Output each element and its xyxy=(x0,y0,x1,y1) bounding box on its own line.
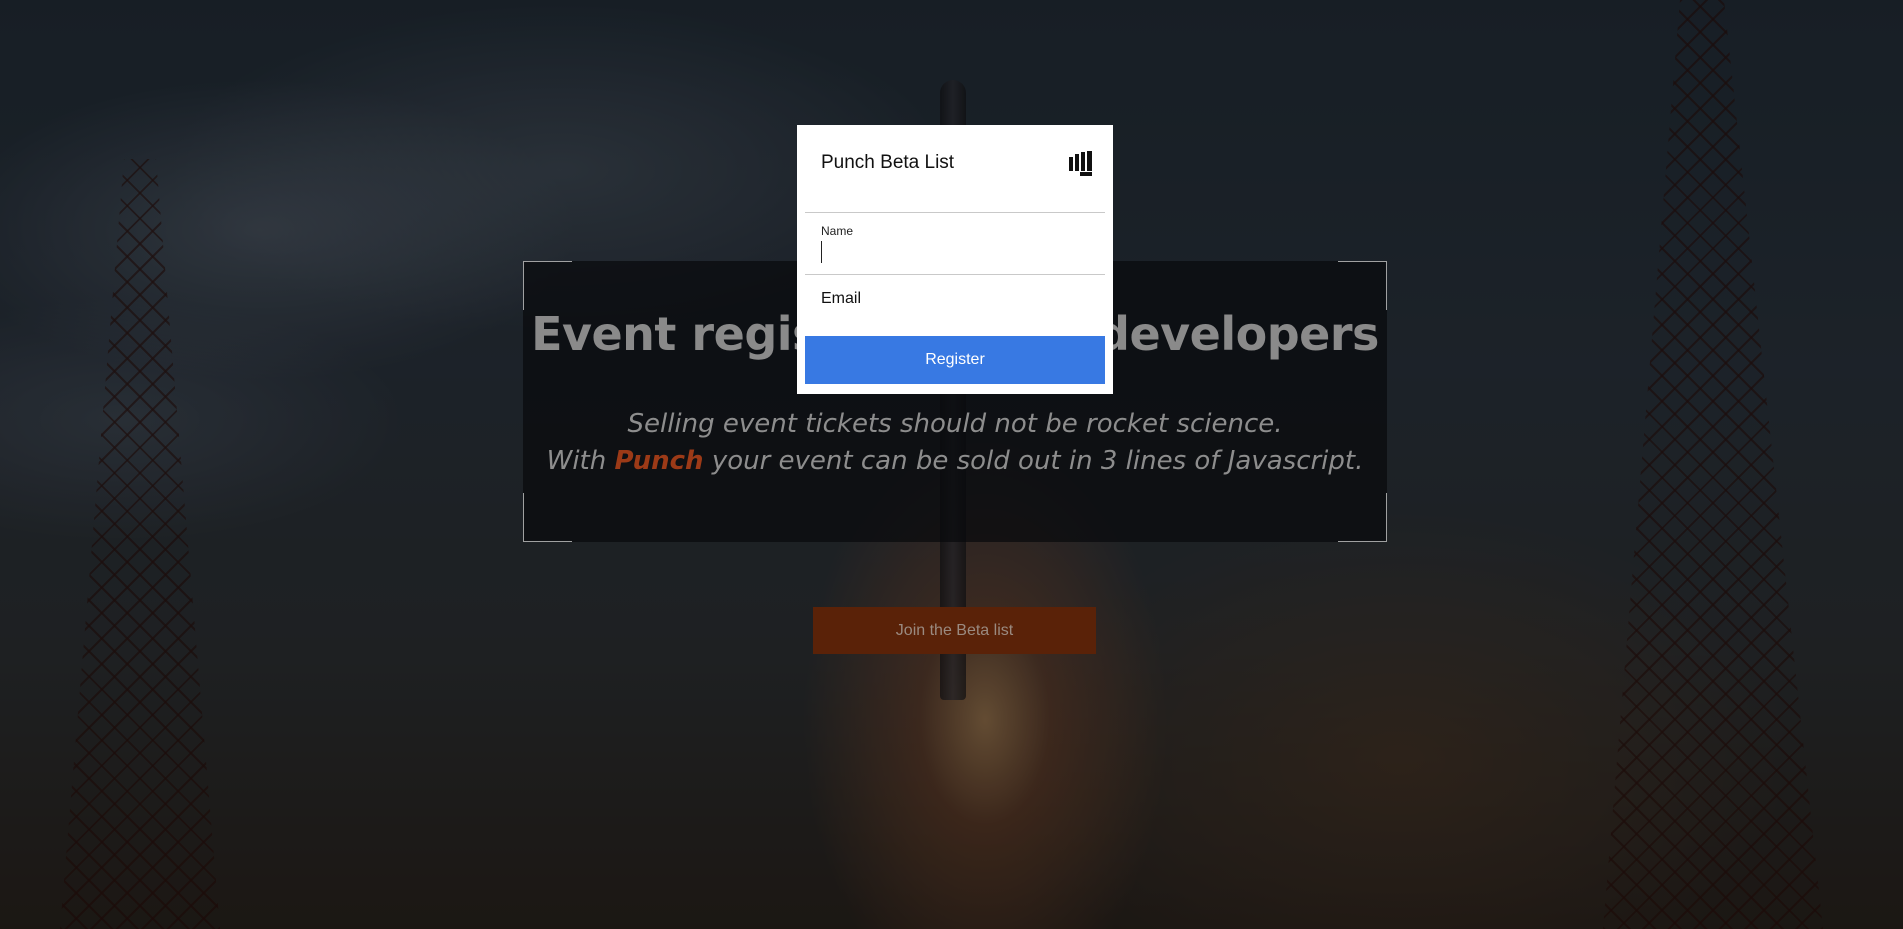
hero-subtitle: Selling event tickets should not be rock… xyxy=(523,406,1387,480)
hero-subtitle-line1: Selling event tickets should not be rock… xyxy=(627,409,1283,439)
name-input[interactable] xyxy=(821,241,1082,263)
hero-corner-top-left xyxy=(523,261,572,310)
beta-signup-modal: Punch Beta List Name Register xyxy=(797,125,1113,394)
punch-logo-icon xyxy=(1069,151,1092,176)
brand-name: Punch xyxy=(614,446,704,476)
hero-subtitle-line2-before: With xyxy=(546,446,615,476)
modal-header: Punch Beta List xyxy=(805,125,1105,213)
hero-corner-top-right xyxy=(1338,261,1387,310)
join-beta-button[interactable]: Join the Beta list xyxy=(813,607,1096,654)
name-label: Name xyxy=(821,224,854,238)
hero-corner-bottom-right xyxy=(1338,493,1387,542)
email-input[interactable] xyxy=(821,287,1081,311)
email-field xyxy=(805,275,1105,319)
hero-corner-bottom-left xyxy=(523,493,572,542)
name-field: Name xyxy=(805,213,1105,275)
page: Event registration for developers Sellin… xyxy=(0,0,1903,929)
hero-subtitle-line2: With Punch your event can be sold out in… xyxy=(523,443,1387,480)
hero-subtitle-line2-after: your event can be sold out in 3 lines of… xyxy=(703,446,1364,476)
register-button[interactable]: Register xyxy=(805,336,1105,384)
modal-title: Punch Beta List xyxy=(821,152,955,173)
